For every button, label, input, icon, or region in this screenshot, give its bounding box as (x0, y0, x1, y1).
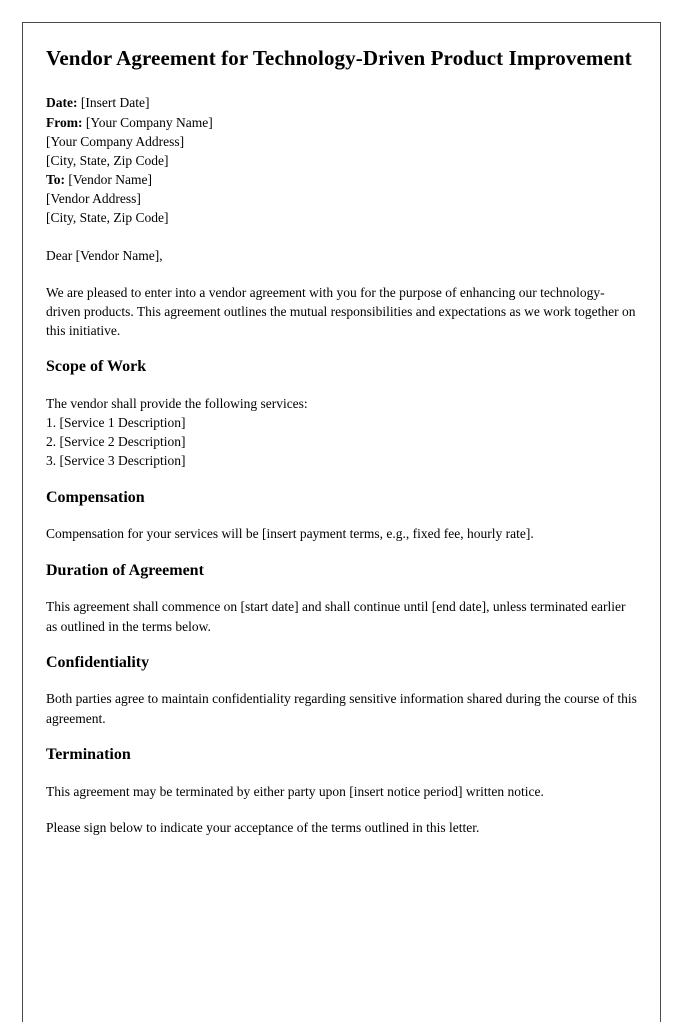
duration-paragraph: This agreement shall commence on [start … (46, 599, 626, 634)
company-city-state-zip-line: [City, State, Zip Code] (46, 152, 169, 168)
from-label: From: (46, 114, 83, 130)
closing-paragraph: Please sign below to indicate your accep… (46, 819, 480, 835)
page-title: Vendor Agreement for Technology-Driven P… (46, 46, 632, 70)
to-line: To: [Vendor Name] (46, 170, 637, 189)
vendor-city-state-zip-line: [City, State, Zip Code] (46, 210, 169, 226)
service-list-intro: The vendor shall provide the following s… (46, 395, 308, 411)
section-heading-compensation: Compensation (46, 488, 145, 506)
company-address-line: [Your Company Address] (46, 133, 185, 149)
page-canvas: Vendor Agreement for Technology-Driven P… (0, 0, 700, 1022)
compensation-paragraph: Compensation for your services will be [… (46, 526, 534, 542)
to-label: To: (46, 172, 66, 188)
from-line: From: [Your Company Name] (46, 113, 637, 132)
address-block: Date: [Insert Date] From: [Your Company … (46, 93, 637, 227)
from-value: [Your Company Name] (82, 114, 213, 130)
confidentiality-paragraph: Both parties agree to maintain confident… (46, 691, 637, 726)
date-label: Date: (46, 95, 78, 111)
section-heading-scope-of-work: Scope of Work (46, 358, 147, 376)
termination-paragraph: This agreement may be terminated by eith… (46, 783, 544, 799)
vendor-address-line: [Vendor Address] (46, 191, 141, 207)
section-heading-confidentiality: Confidentiality (46, 653, 150, 671)
salutation: Dear [Vendor Name], (46, 247, 163, 263)
date-value: [Insert Date] (77, 95, 150, 111)
intro-paragraph: We are pleased to enter into a vendor ag… (46, 284, 636, 339)
to-value: [Vendor Name] (65, 172, 152, 188)
service-list-item: 1. [Service 1 Description] (46, 415, 186, 431)
section-heading-termination: Termination (46, 745, 131, 763)
service-list-item: 3. [Service 3 Description] (46, 453, 186, 469)
document-sheet: Vendor Agreement for Technology-Driven P… (22, 22, 661, 1022)
date-line: Date: [Insert Date] (46, 93, 637, 112)
section-heading-duration-of-agreement: Duration of Agreement (46, 561, 204, 579)
service-list: The vendor shall provide the following s… (46, 394, 637, 471)
service-list-item: 2. [Service 2 Description] (46, 434, 186, 450)
